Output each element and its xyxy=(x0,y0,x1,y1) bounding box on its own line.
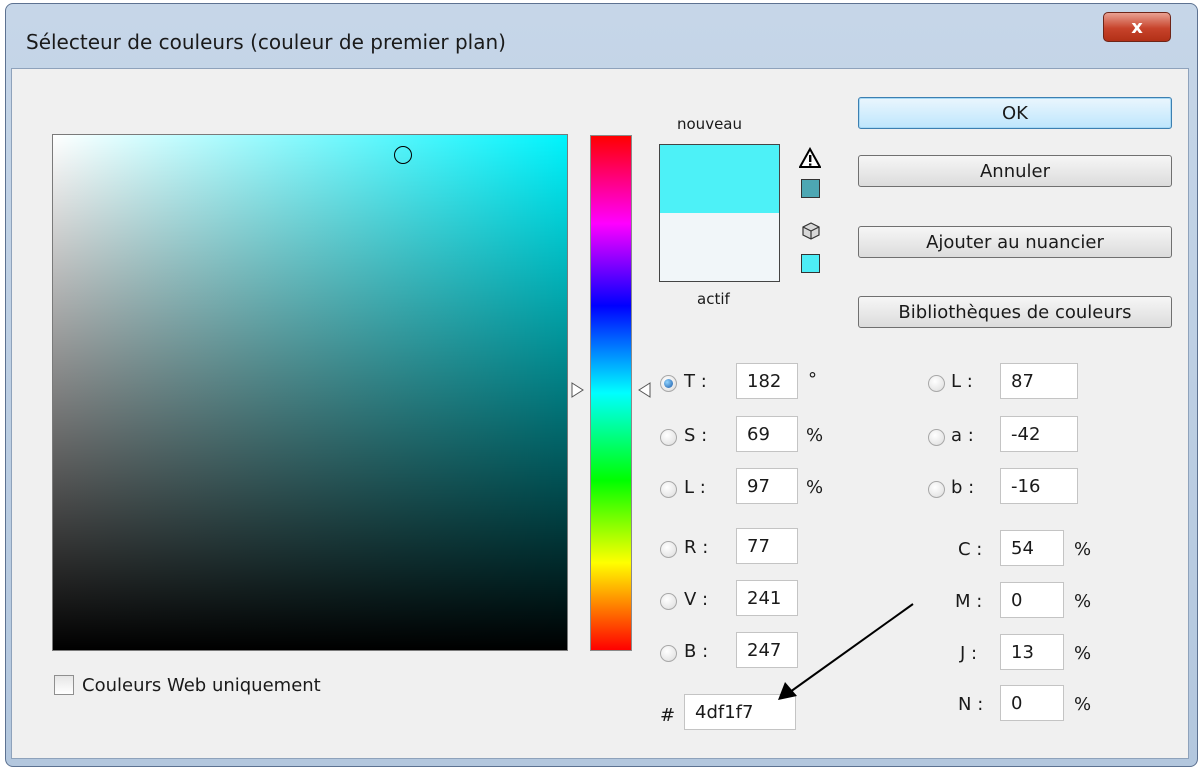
window-title: Sélecteur de couleurs (couleur de premie… xyxy=(26,30,506,54)
hue-field[interactable]: 182 xyxy=(736,363,798,399)
ok-button[interactable]: OK xyxy=(858,97,1172,129)
close-button[interactable]: x xyxy=(1103,12,1171,42)
saturation-brightness-field[interactable] xyxy=(52,134,568,651)
new-color-swatch xyxy=(660,145,779,213)
brightness-unit: % xyxy=(806,477,824,498)
lab-l-field[interactable]: 87 xyxy=(1000,363,1078,399)
yellow-field[interactable]: 13 xyxy=(1000,634,1064,670)
web-safe-cube-icon xyxy=(802,222,820,240)
lab-a-radio[interactable] xyxy=(928,429,945,446)
brightness-radio[interactable] xyxy=(660,481,677,498)
lab-l-key-label: L : xyxy=(951,371,973,392)
add-to-swatches-button[interactable]: Ajouter au nuancier xyxy=(858,226,1172,258)
lab-b-key-label: b : xyxy=(951,477,975,498)
black-unit: % xyxy=(1074,694,1092,715)
lab-b-radio[interactable] xyxy=(928,481,945,498)
current-color-swatch[interactable] xyxy=(660,213,779,281)
hex-prefix: # xyxy=(660,705,676,726)
magenta-key-label: M : xyxy=(955,591,983,612)
blue-radio[interactable] xyxy=(660,645,677,662)
close-icon: x xyxy=(1131,16,1143,38)
green-key-label: V : xyxy=(684,589,709,610)
color-preview xyxy=(659,144,780,282)
saturation-radio[interactable] xyxy=(660,429,677,446)
web-colors-only-label: Couleurs Web uniquement xyxy=(82,675,321,696)
magenta-unit: % xyxy=(1074,591,1092,612)
cyan-key-label: C : xyxy=(958,539,983,560)
cancel-button[interactable]: Annuler xyxy=(858,155,1172,187)
web-colors-only-checkbox[interactable] xyxy=(54,675,74,695)
brightness-field[interactable]: 97 xyxy=(736,468,798,504)
cyan-unit: % xyxy=(1074,539,1092,560)
green-radio[interactable] xyxy=(660,593,677,610)
yellow-key-label: J : xyxy=(960,643,978,664)
black-field[interactable]: 0 xyxy=(1000,685,1064,721)
gamut-swatch[interactable] xyxy=(801,179,820,198)
cyan-field[interactable]: 54 xyxy=(1000,530,1064,566)
web-safe-swatch[interactable] xyxy=(801,254,820,273)
gamut-warning-icon xyxy=(799,147,821,168)
color-libraries-button[interactable]: Bibliothèques de couleurs xyxy=(858,296,1172,328)
color-field-marker[interactable] xyxy=(394,146,412,164)
saturation-field[interactable]: 69 xyxy=(736,416,798,452)
saturation-key-label: S : xyxy=(684,425,708,446)
saturation-unit: % xyxy=(806,425,824,446)
hue-slider-right-arrow-icon[interactable] xyxy=(637,382,651,398)
magenta-field[interactable]: 0 xyxy=(1000,582,1064,618)
lab-b-field[interactable]: -16 xyxy=(1000,468,1078,504)
hue-key-label: T : xyxy=(684,371,707,392)
lab-l-radio[interactable] xyxy=(928,375,945,392)
hue-slider-left-arrow-icon[interactable] xyxy=(571,382,585,398)
red-field[interactable]: 77 xyxy=(736,528,798,564)
brightness-key-label: L : xyxy=(684,477,706,498)
lab-a-field[interactable]: -42 xyxy=(1000,416,1078,452)
red-key-label: R : xyxy=(684,537,709,558)
red-radio[interactable] xyxy=(660,541,677,558)
current-color-label: actif xyxy=(697,290,730,308)
annotation-arrow-icon xyxy=(778,603,914,700)
hue-radio[interactable] xyxy=(660,375,677,392)
yellow-unit: % xyxy=(1074,643,1092,664)
black-key-label: N : xyxy=(958,694,984,715)
hue-unit: ° xyxy=(808,369,817,390)
new-color-label: nouveau xyxy=(677,115,742,133)
blue-key-label: B : xyxy=(684,641,709,662)
lab-a-key-label: a : xyxy=(951,425,974,446)
hue-slider[interactable] xyxy=(590,135,632,651)
